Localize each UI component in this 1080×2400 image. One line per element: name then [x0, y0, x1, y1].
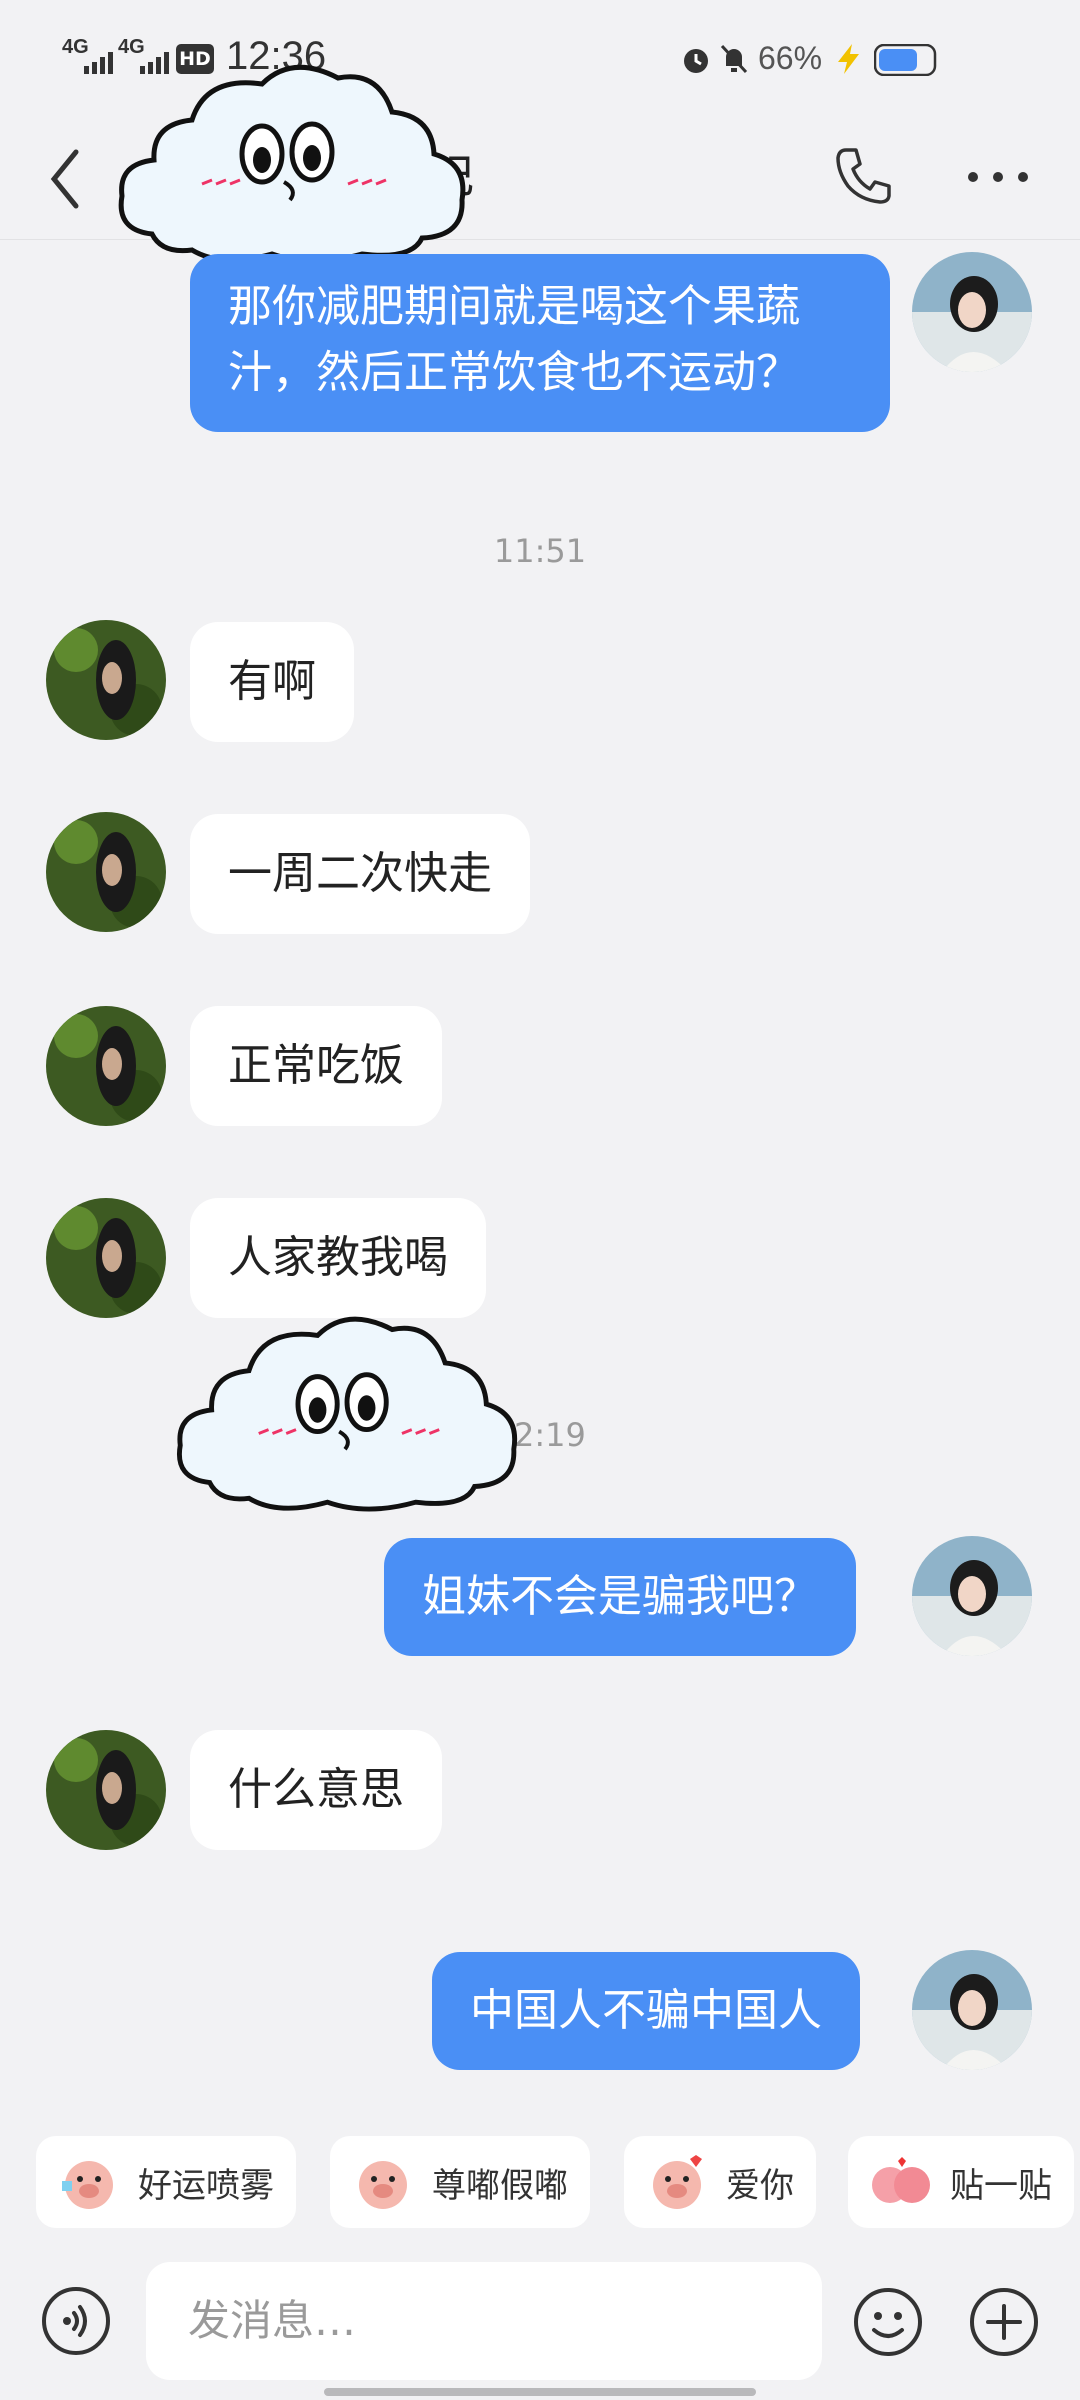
contact-avatar[interactable]	[46, 1006, 166, 1126]
message-line: 汁，然后正常饮食也不运动？	[228, 347, 800, 398]
sticker-chip[interactable]: 贴一贴	[848, 2136, 1074, 2228]
contact-avatar[interactable]	[46, 620, 166, 740]
message-bubble-incoming[interactable]: 正常吃饭	[190, 1006, 442, 1126]
quick-sticker-bar: 好运喷雾 尊嘟假嘟 爱你 贴一贴	[0, 2104, 1080, 2240]
my-avatar[interactable]	[912, 252, 1032, 372]
battery-icon	[874, 44, 937, 76]
cloud-sticker-decoration	[118, 64, 466, 264]
sticker-label: 尊嘟假嘟	[432, 2165, 568, 2206]
timestamp: 11:51	[493, 532, 587, 570]
pig-face-icon	[62, 2161, 113, 2209]
contact-avatar[interactable]	[46, 812, 166, 932]
my-avatar[interactable]	[912, 1950, 1032, 2070]
voice-input-icon[interactable]	[40, 2285, 112, 2357]
signal-icon	[84, 52, 113, 74]
message-bubble-outgoing[interactable]: 那你减肥期间就是喝这个果蔬 汁，然后正常饮食也不运动？	[190, 254, 890, 432]
message-bubble-incoming[interactable]: 有啊	[190, 622, 354, 742]
phone-call-icon[interactable]	[834, 144, 894, 208]
charging-bolt-icon	[838, 44, 859, 74]
emoji-icon[interactable]	[852, 2286, 924, 2358]
message-bubble-outgoing[interactable]: 姐妹不会是骗我吧？	[384, 1538, 856, 1656]
message-bubble-incoming[interactable]: 人家教我喝	[190, 1198, 486, 1318]
pig-face-icon	[359, 2161, 407, 2209]
alarm-icon	[684, 49, 708, 73]
cloud-sticker-decoration	[176, 1316, 518, 1512]
sticker-chip[interactable]: 爱你	[624, 2136, 816, 2228]
sticker-label: 爱你	[726, 2165, 794, 2206]
sticker-label: 贴一贴	[950, 2165, 1052, 2206]
contact-avatar[interactable]	[46, 1730, 166, 1850]
message-bubble-incoming[interactable]: 什么意思	[190, 1730, 442, 1850]
message-line: 那你减肥期间就是喝这个果蔬	[228, 281, 800, 332]
mute-bell-icon	[720, 44, 748, 74]
my-avatar[interactable]	[912, 1536, 1032, 1656]
home-indicator[interactable]	[324, 2388, 756, 2396]
back-arrow-icon[interactable]	[46, 144, 86, 214]
sticker-label: 好运喷雾	[138, 2165, 274, 2206]
sticker-chip[interactable]: 尊嘟假嘟	[330, 2136, 590, 2228]
message-input[interactable]: 发消息…	[146, 2262, 822, 2380]
pig-face-icon	[653, 2155, 702, 2209]
sticker-chip[interactable]: 好运喷雾	[36, 2136, 296, 2228]
pig-hug-icon	[872, 2157, 930, 2203]
add-plus-icon[interactable]	[968, 2286, 1040, 2358]
battery-percent: 66%	[758, 40, 823, 76]
contact-avatar[interactable]	[46, 1198, 166, 1318]
message-bubble-incoming[interactable]: 一周二次快走	[190, 814, 530, 934]
more-options-icon[interactable]	[966, 170, 1030, 184]
message-bubble-outgoing[interactable]: 中国人不骗中国人	[432, 1952, 860, 2070]
